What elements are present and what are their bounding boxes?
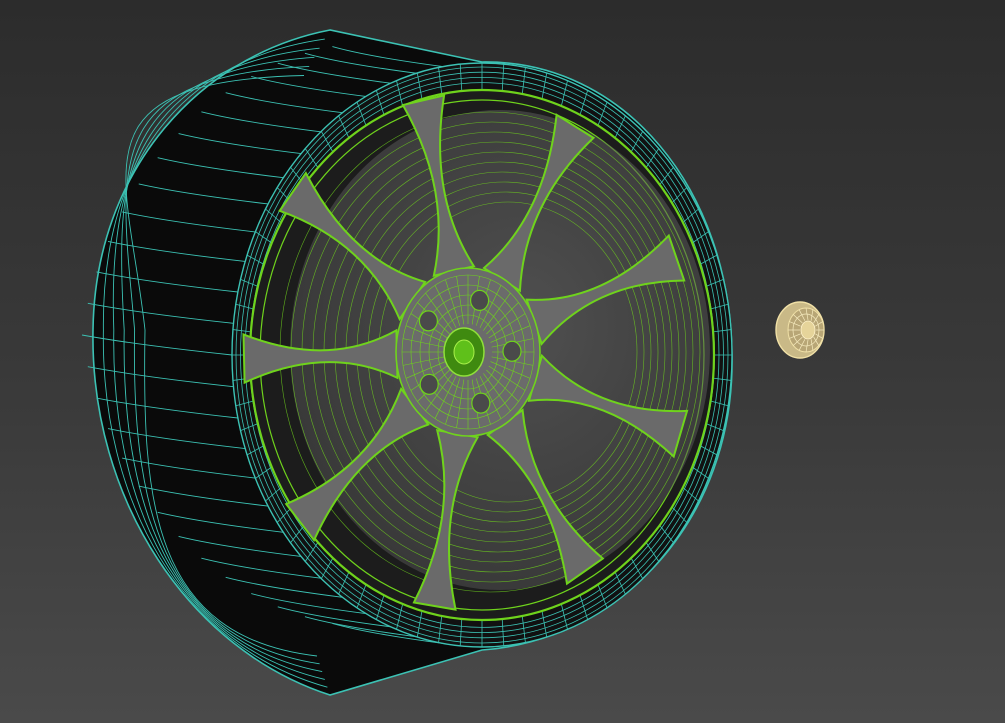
lug-nut <box>502 340 522 362</box>
center-cap-mesh[interactable] <box>775 301 825 359</box>
lug-nut <box>469 289 490 312</box>
viewport-scene <box>81 29 825 696</box>
lug-nut <box>419 373 439 395</box>
3d-viewport[interactable] <box>0 0 1005 723</box>
lug-nut <box>418 310 439 332</box>
lug-nut <box>471 392 491 414</box>
